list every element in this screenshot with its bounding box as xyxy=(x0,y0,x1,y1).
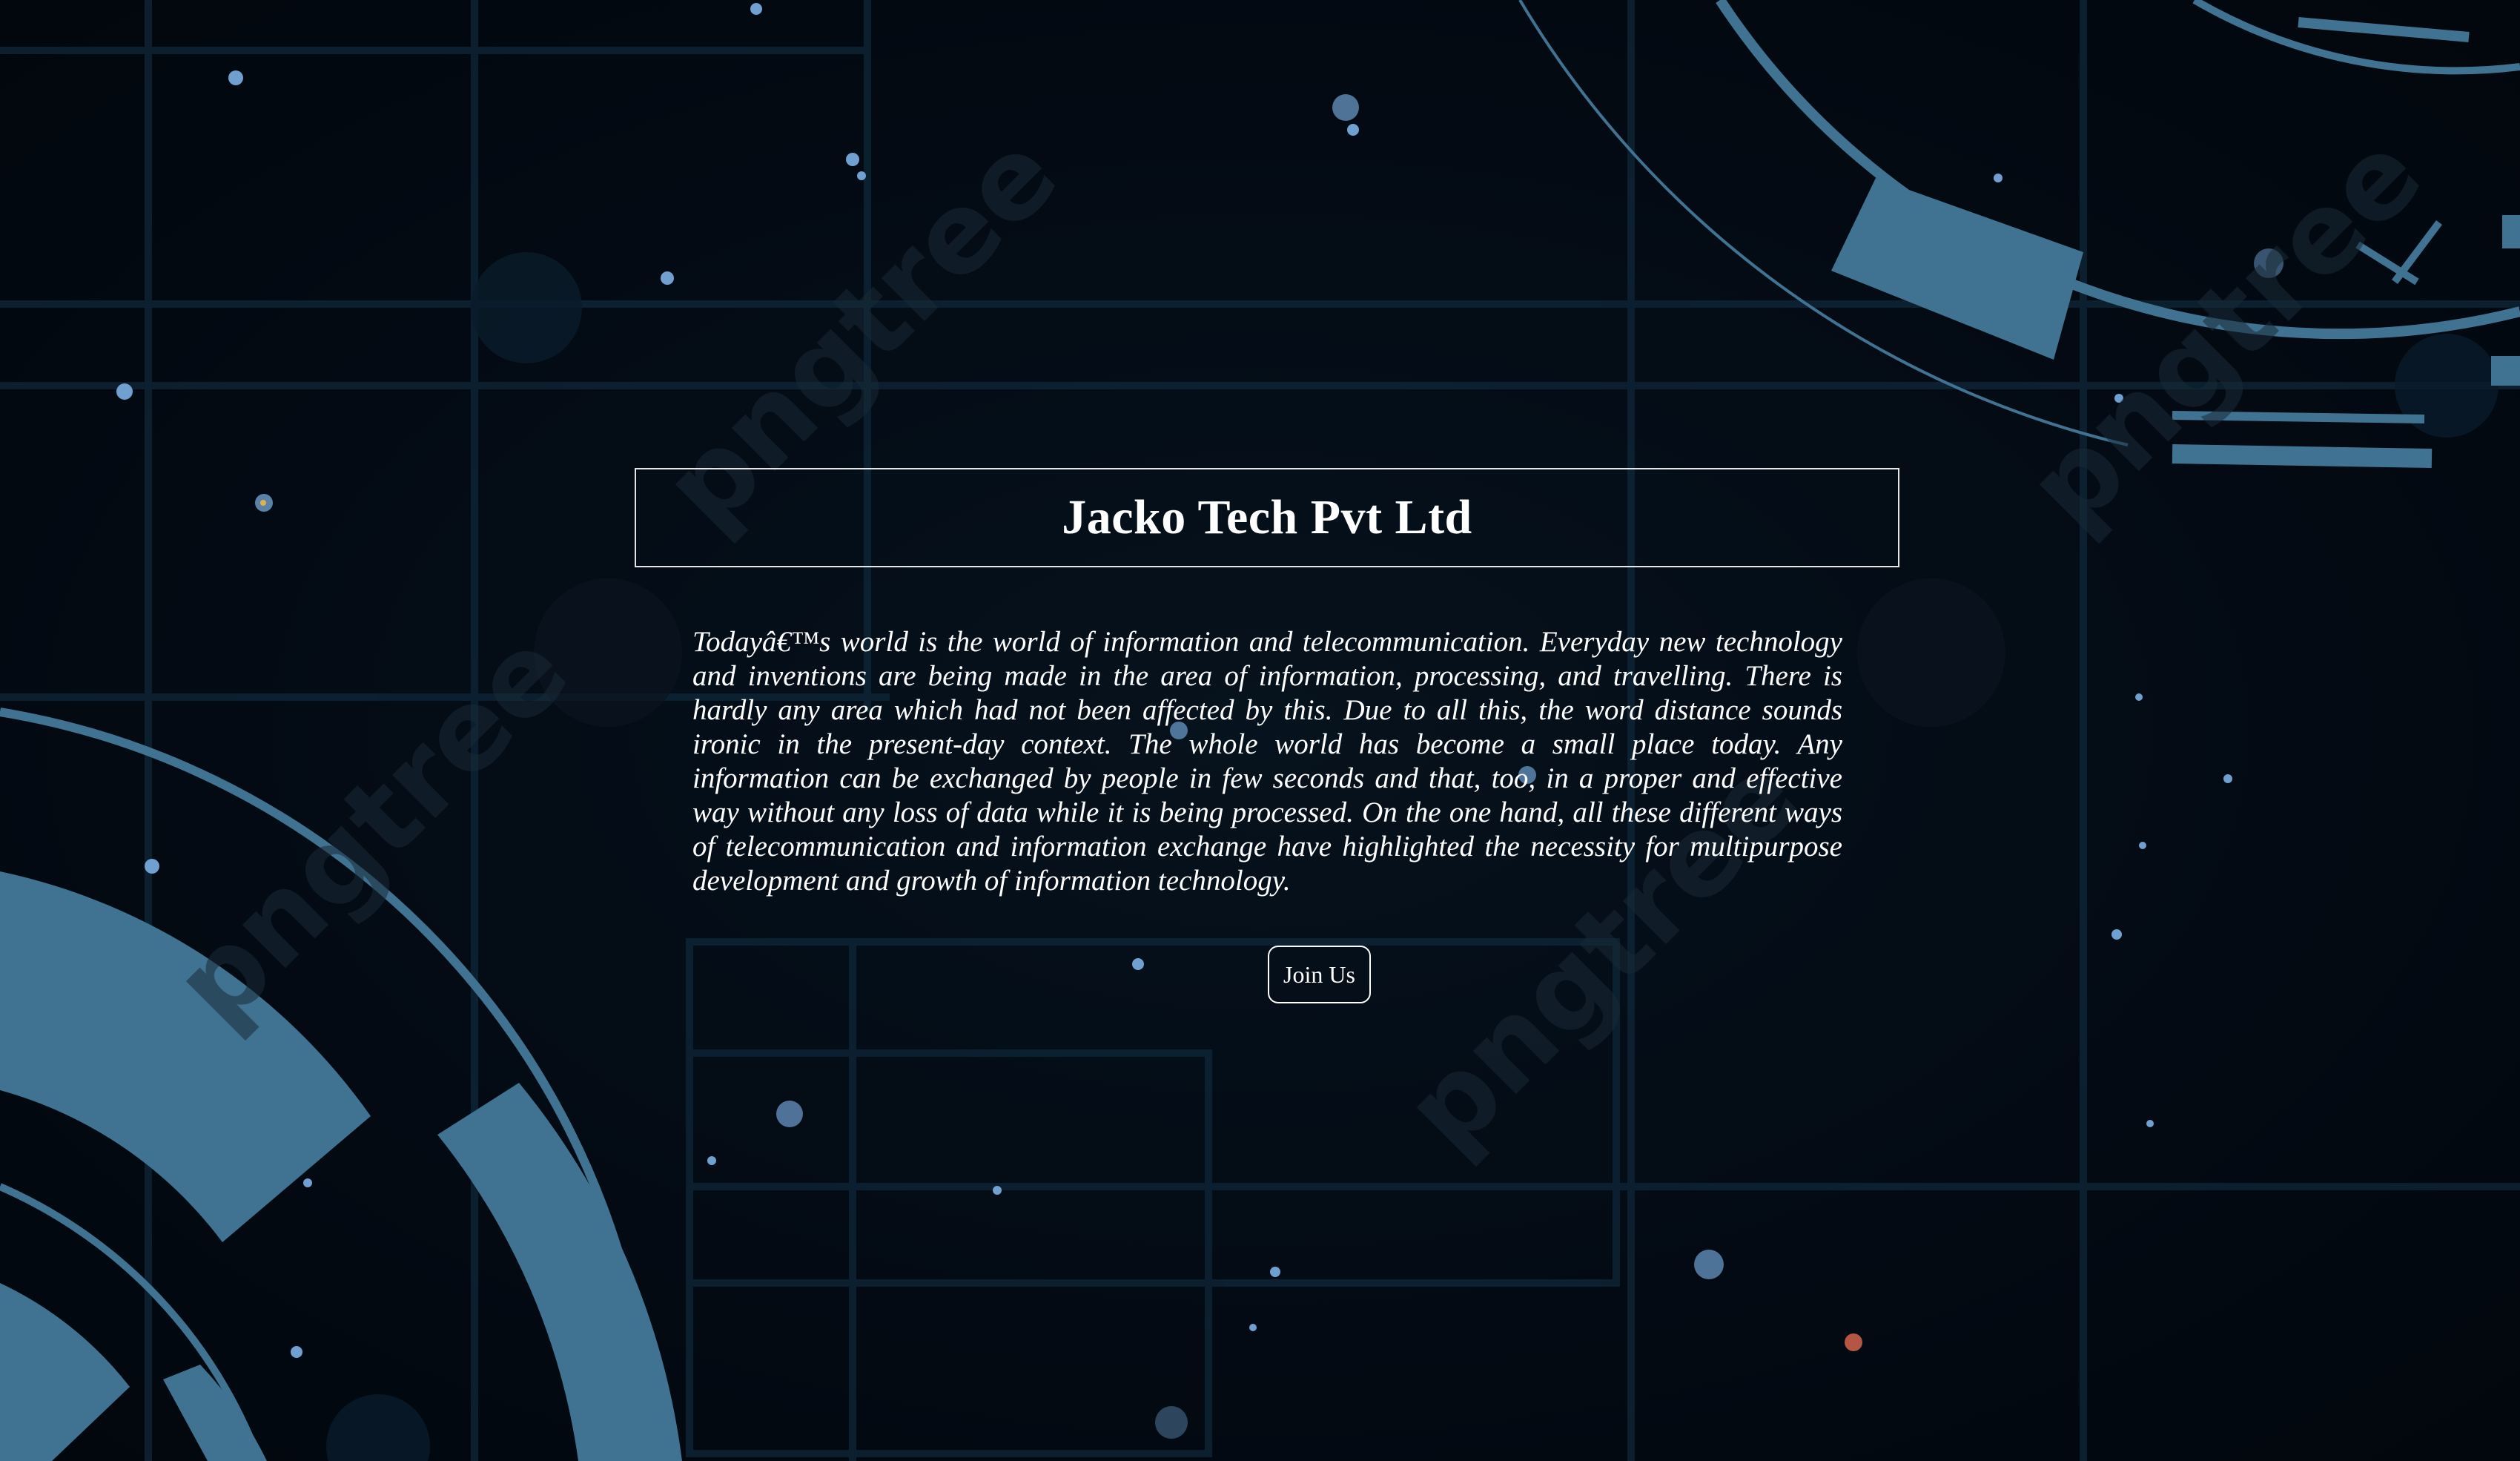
title-box: Jacko Tech Pvt Ltd xyxy=(635,468,1899,567)
join-us-button[interactable]: Join Us xyxy=(1268,946,1371,1003)
page-root: pngtree pngtree pngtree pngtree Jacko Te… xyxy=(0,0,2520,1461)
svg-text:pngtree: pngtree xyxy=(150,607,592,1049)
page-title: Jacko Tech Pvt Ltd xyxy=(1062,490,1472,544)
intro-paragraph: Todayâ€™s world is the world of informat… xyxy=(692,626,1842,897)
